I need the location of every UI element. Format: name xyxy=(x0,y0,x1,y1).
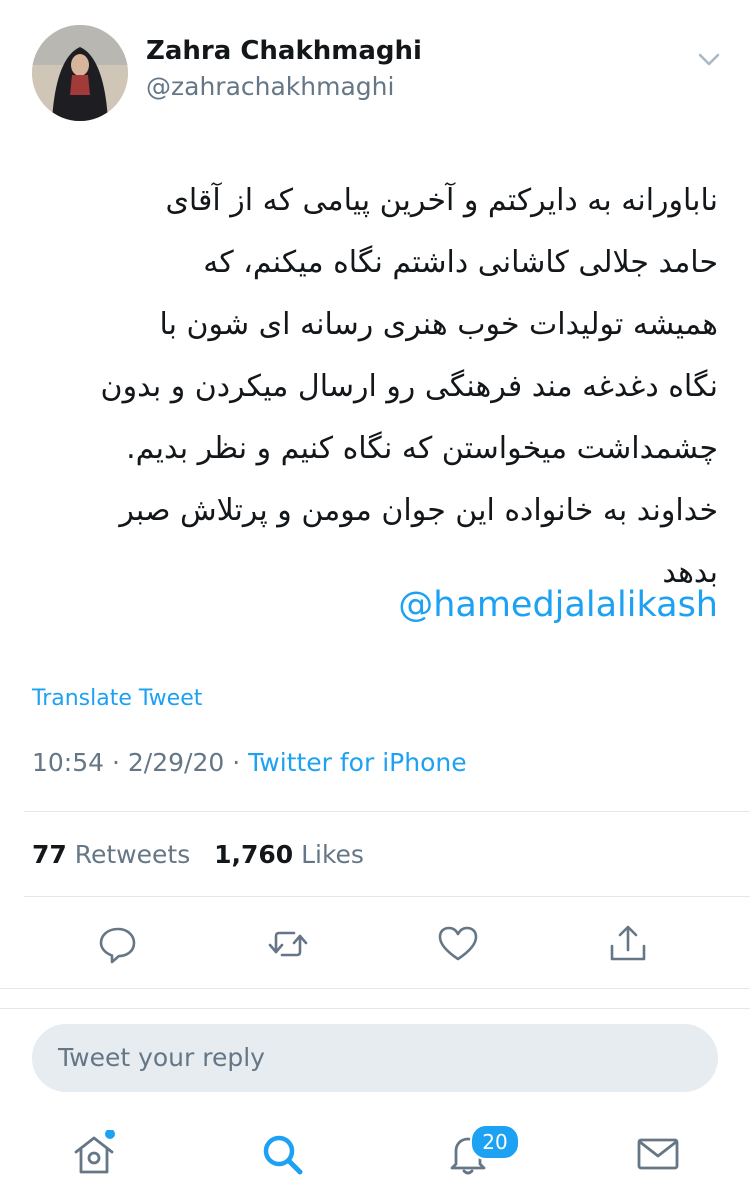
reply-icon[interactable] xyxy=(96,922,140,966)
tweet-time: 10:54 xyxy=(32,748,105,777)
author-name[interactable]: Zahra Chakhmaghi xyxy=(146,36,422,66)
divider xyxy=(0,1008,750,1009)
tweet-metadata: 10:54 · 2/29/20 · Twitter for iPhone xyxy=(32,748,467,777)
author-handle[interactable]: @zahrachakhmaghi xyxy=(146,72,394,101)
avatar[interactable] xyxy=(32,25,128,121)
share-icon[interactable] xyxy=(606,922,650,966)
messages-icon[interactable] xyxy=(634,1130,682,1178)
notifications-badge: 20 xyxy=(470,1124,520,1160)
retweets-label: Retweets xyxy=(74,840,191,869)
translate-tweet-link[interactable]: Translate Tweet xyxy=(32,686,202,711)
meta-separator: · xyxy=(232,748,241,777)
divider xyxy=(24,811,750,812)
retweets-count: 77 xyxy=(32,840,67,869)
likes-label: Likes xyxy=(301,840,364,869)
divider xyxy=(24,896,750,897)
search-icon[interactable] xyxy=(258,1130,306,1178)
mention-link[interactable]: @hamedjalalikash xyxy=(398,585,718,625)
tweet-date: 2/29/20 xyxy=(127,748,225,777)
retweets-stat[interactable]: 77 Retweets xyxy=(32,840,190,869)
engagement-stats: 77 Retweets 1,760 Likes xyxy=(32,840,364,869)
tweet-text: ناباورانه به دایرکتم و آخرین پیامی که از… xyxy=(100,183,718,590)
likes-count: 1,760 xyxy=(214,840,294,869)
avatar-image xyxy=(32,25,128,121)
meta-separator: · xyxy=(112,748,120,777)
tweet-source[interactable]: Twitter for iPhone xyxy=(248,748,466,777)
chevron-down-icon[interactable] xyxy=(694,44,724,74)
likes-stat[interactable]: 1,760 Likes xyxy=(214,840,364,869)
retweet-icon[interactable] xyxy=(266,922,310,966)
home-icon[interactable] xyxy=(70,1130,118,1178)
like-icon[interactable] xyxy=(436,922,480,966)
divider xyxy=(0,988,750,989)
reply-input[interactable]: Tweet your reply xyxy=(32,1024,718,1092)
